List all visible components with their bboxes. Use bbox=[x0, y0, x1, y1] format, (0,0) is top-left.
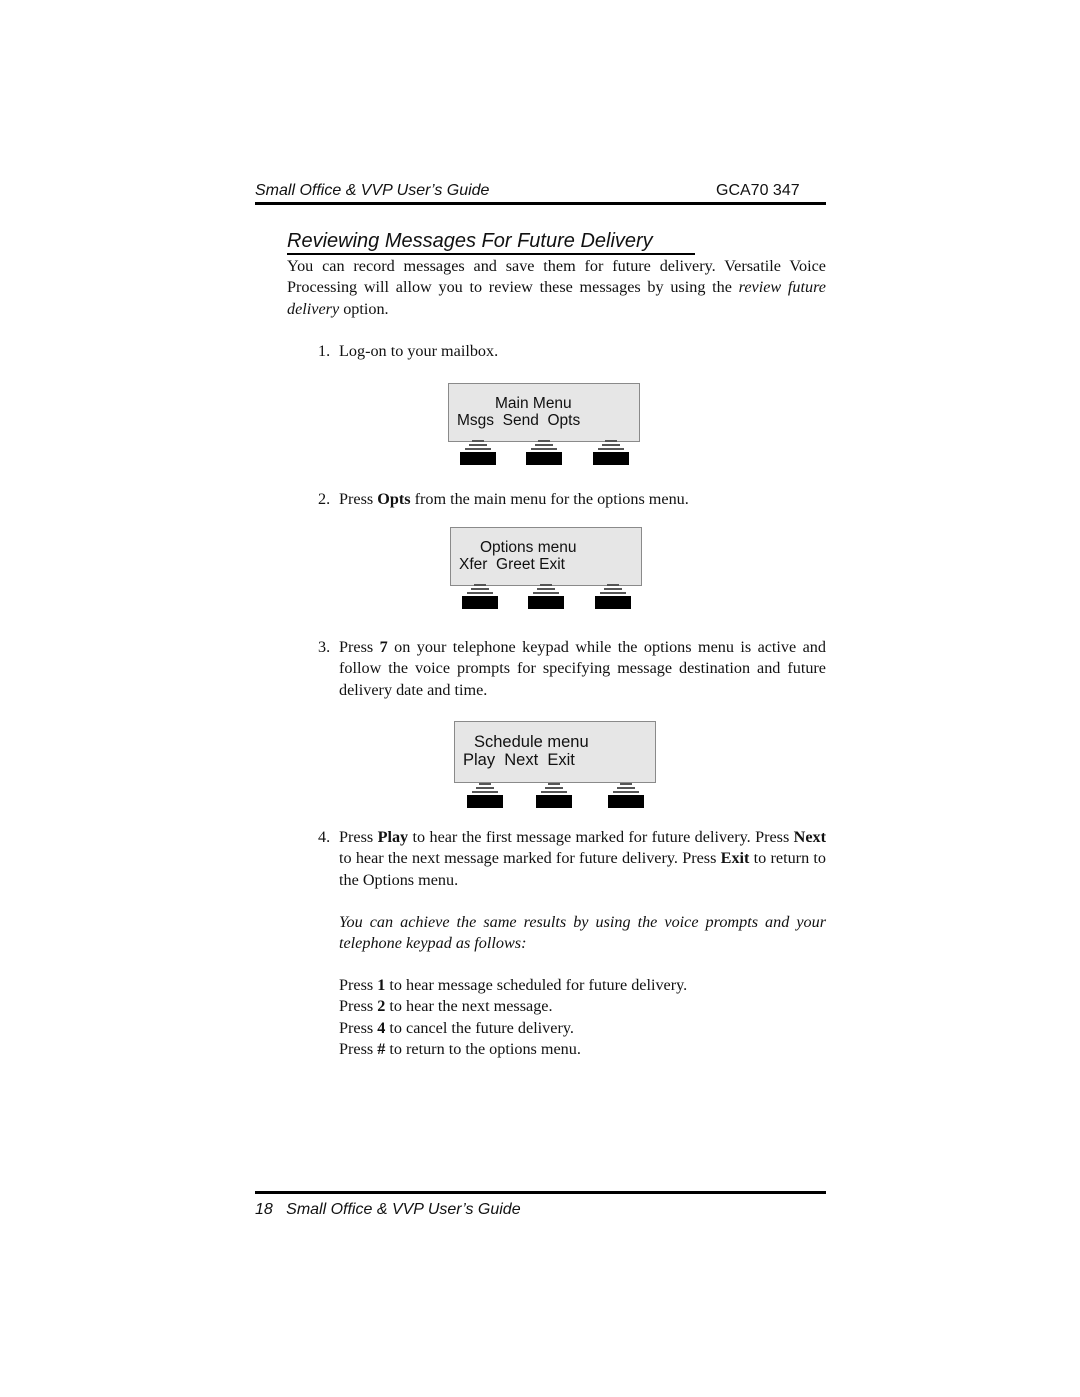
softkey-xfer[interactable] bbox=[462, 584, 498, 610]
intro-paragraph: You can record messages and save them fo… bbox=[287, 256, 826, 320]
display-title: Schedule menu bbox=[474, 733, 589, 751]
step-text: Press 7 on your telephone keypad while t… bbox=[339, 637, 826, 701]
display-softkey-labels: Msgs Send Opts bbox=[457, 412, 581, 429]
section-title: Reviewing Messages For Future Delivery bbox=[287, 230, 653, 252]
softkey-opts[interactable] bbox=[593, 440, 629, 466]
step-item: 4. Press Play to hear the first message … bbox=[318, 827, 826, 891]
softkey-msgs[interactable] bbox=[460, 440, 496, 466]
keypad-instruction: Press 1 to hear message scheduled for fu… bbox=[339, 976, 688, 994]
step-text-run: Press bbox=[339, 638, 380, 656]
softkey-next[interactable] bbox=[536, 783, 572, 809]
emphasized-term: 7 bbox=[379, 638, 388, 656]
main-menu-display: Main Menu Msgs Send Opts bbox=[448, 383, 640, 442]
intro-text-after: option. bbox=[339, 299, 389, 318]
step-text-run: to hear the first message marked for fut… bbox=[408, 828, 794, 846]
step-item: 3. Press 7 on your telephone keypad whil… bbox=[318, 637, 826, 701]
step-text: Press Play to hear the first message mar… bbox=[339, 827, 826, 891]
title-underline bbox=[287, 253, 695, 255]
step-text: Log-on to your mailbox. bbox=[339, 341, 826, 362]
keypad-instructions: Press 1 to hear message scheduled for fu… bbox=[339, 975, 826, 1060]
step-text-run: from the main menu for the options menu. bbox=[410, 490, 689, 508]
display-title: Options menu bbox=[480, 539, 577, 556]
keypad-instruction: Press # to return to the options menu. bbox=[339, 1039, 581, 1058]
page-number: 18 bbox=[255, 1201, 273, 1218]
keypad-instruction: Press 4 to cancel the future delivery. bbox=[339, 1018, 574, 1037]
display-title: Main Menu bbox=[495, 395, 572, 412]
options-menu-display: Options menu Xfer Greet Exit bbox=[450, 527, 642, 586]
step-item: 1. Log-on to your mailbox. bbox=[318, 341, 826, 362]
schedule-menu-display: Schedule menu Play Next Exit bbox=[454, 721, 656, 783]
alternative-method-note: You can achieve the same results by usin… bbox=[339, 913, 826, 953]
step-number: 3. bbox=[318, 638, 331, 656]
softkey-exit[interactable] bbox=[608, 783, 644, 809]
running-header: Small Office & VVP User’s Guide GCA70 34… bbox=[255, 181, 826, 201]
step-text-run: on your telephone keypad while the optio… bbox=[339, 638, 826, 699]
display-softkey-labels: Xfer Greet Exit bbox=[459, 556, 565, 573]
display-softkey-labels: Play Next Exit bbox=[463, 751, 575, 769]
step-item: 2. Press Opts from the main menu for the… bbox=[318, 489, 826, 510]
emphasized-term: Next bbox=[793, 828, 826, 846]
footer-guide-title: Small Office & VVP User’s Guide bbox=[286, 1201, 521, 1218]
step-text-run: Press bbox=[339, 490, 378, 508]
step-number: 4. bbox=[318, 828, 331, 846]
softkey-greet[interactable] bbox=[528, 584, 564, 610]
header-doc-code: GCA70 347 bbox=[716, 182, 800, 199]
step-text-run: Press bbox=[339, 828, 378, 846]
emphasized-term: Opts bbox=[377, 490, 411, 508]
step-text-run: to hear the next message marked for futu… bbox=[339, 849, 721, 868]
header-rule bbox=[255, 202, 826, 205]
step-number: 1. bbox=[318, 342, 331, 360]
softkey-exit[interactable] bbox=[595, 584, 631, 610]
step-text-run: Log-on to your mailbox. bbox=[339, 342, 499, 360]
emphasized-term: Play bbox=[377, 828, 409, 846]
keypad-instruction: Press 2 to hear the next message. bbox=[339, 997, 553, 1016]
step-number: 2. bbox=[318, 490, 331, 508]
softkey-play[interactable] bbox=[467, 783, 503, 809]
footer-rule bbox=[255, 1191, 826, 1194]
emphasized-term: Exit bbox=[720, 849, 750, 868]
softkey-send[interactable] bbox=[526, 440, 562, 466]
header-guide-title: Small Office & VVP User’s Guide bbox=[255, 182, 490, 199]
running-footer: 18 Small Office & VVP User’s Guide bbox=[255, 1200, 521, 1220]
step-text: Press Opts from the main menu for the op… bbox=[339, 489, 826, 510]
